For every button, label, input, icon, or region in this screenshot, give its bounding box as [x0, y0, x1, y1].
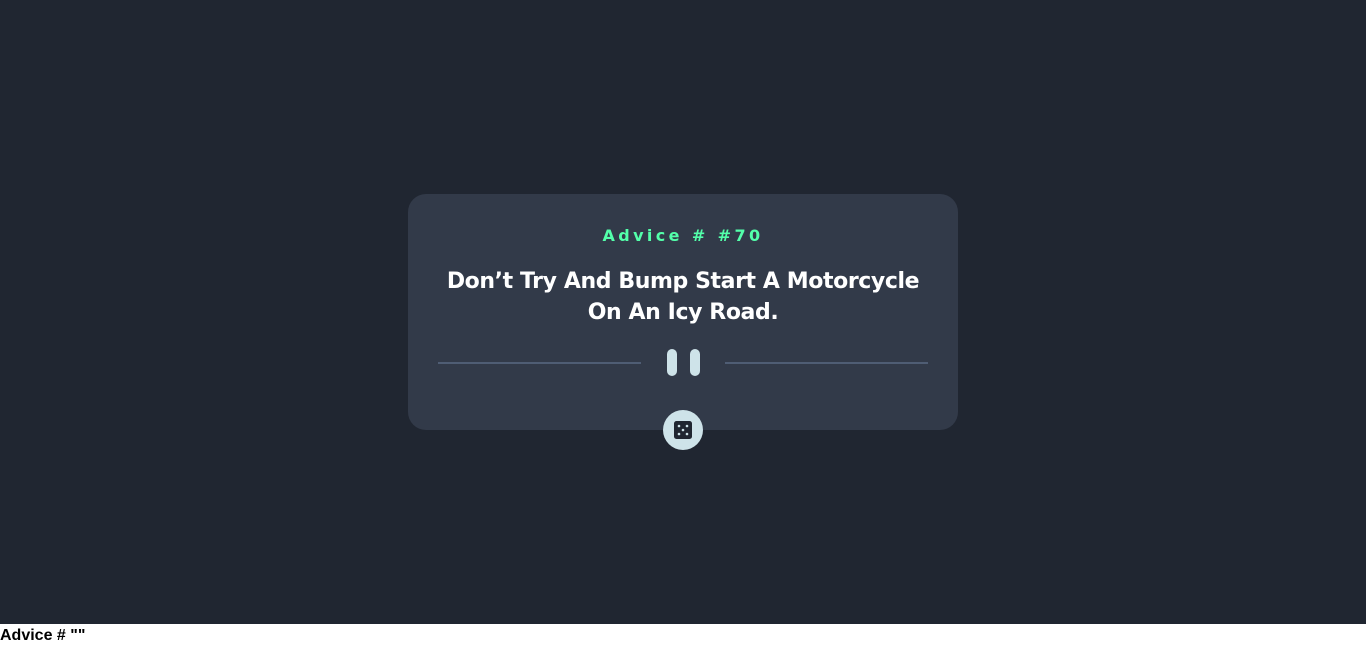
divider-line-right [725, 362, 928, 364]
pause-bar-right [690, 349, 700, 376]
advice-card: Advice # #70 Don’t Try And Bump Start A … [408, 194, 958, 430]
pause-bar-left [667, 349, 677, 376]
divider-line-left [438, 362, 641, 364]
pause-icon [667, 349, 701, 376]
page-background: Advice # #70 Don’t Try And Bump Start A … [0, 0, 1366, 624]
advice-id-label: Advice # #70 [602, 226, 764, 245]
advice-quote: Don’t Try And Bump Start A Motorcycle On… [446, 269, 920, 325]
dice-icon [674, 421, 692, 439]
footer-advice-text: Advice # "" [0, 627, 86, 644]
generate-advice-button[interactable] [663, 410, 703, 450]
